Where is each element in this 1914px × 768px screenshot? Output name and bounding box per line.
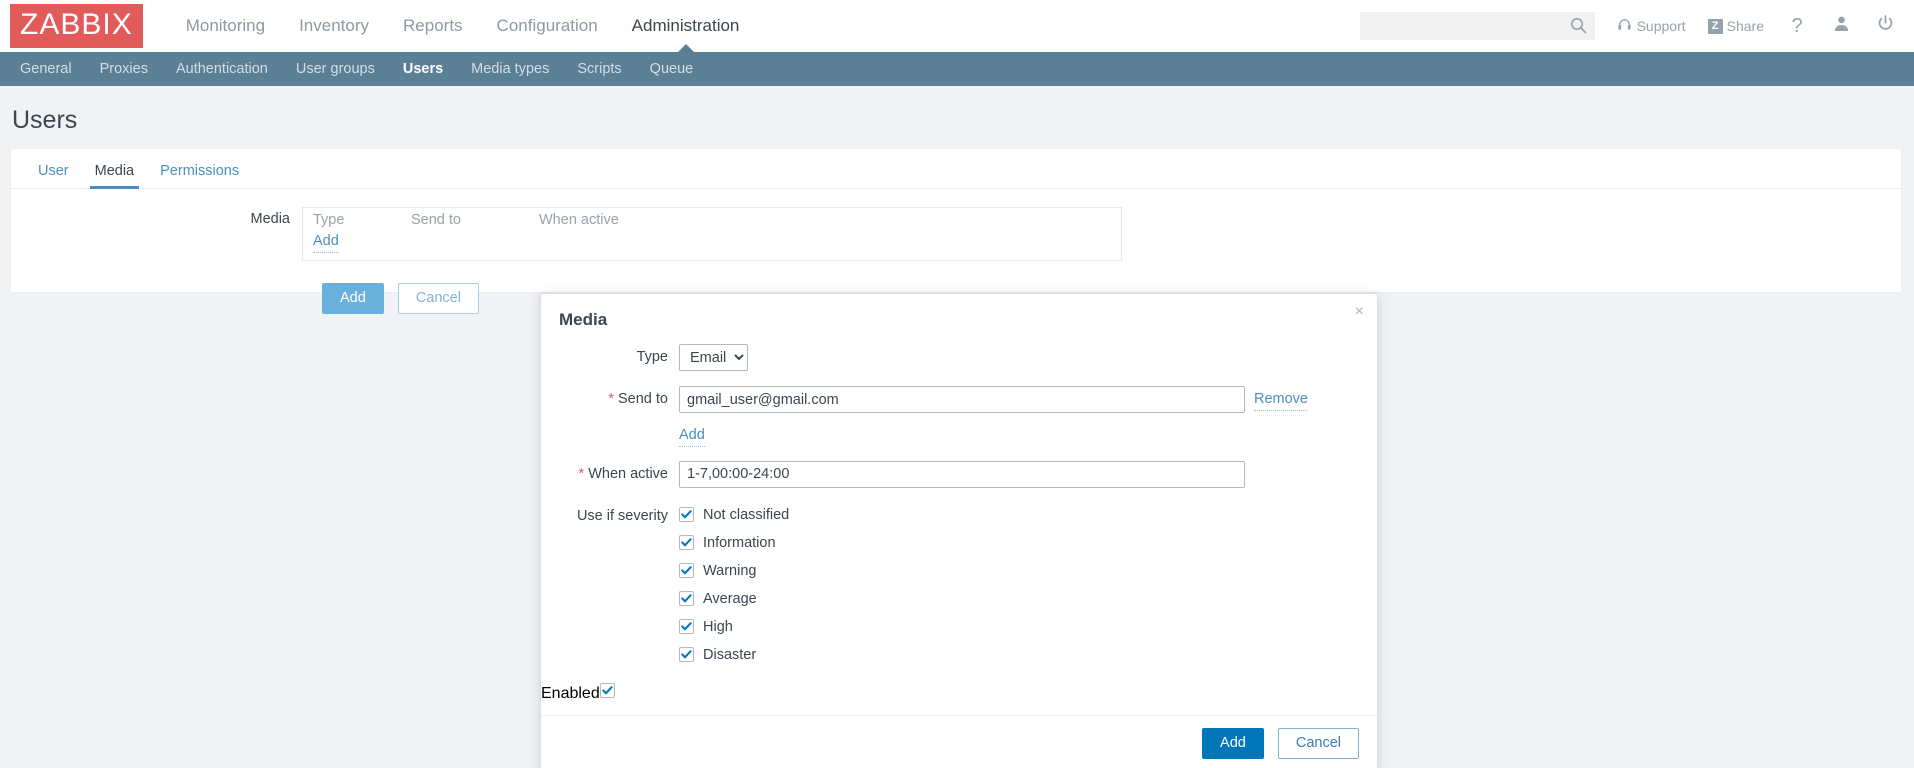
zabbix-logo[interactable]: ZABBIX (10, 4, 143, 48)
modal-add-button[interactable]: Add (1202, 727, 1264, 759)
page-title: Users (12, 106, 78, 134)
subnav-item-user-groups[interactable]: User groups (282, 52, 389, 86)
subnav-item-proxies[interactable]: Proxies (86, 52, 162, 86)
header-actions: Support Z Share ? (1359, 0, 1900, 52)
search-icon[interactable] (1570, 17, 1587, 34)
sub-navigation: General Proxies Authentication User grou… (0, 52, 1914, 86)
required-marker: * (608, 391, 614, 407)
severity-item-information[interactable]: Information (679, 535, 789, 551)
checkbox-disaster[interactable] (679, 647, 694, 663)
modal-title: Media (559, 310, 608, 329)
media-modal-dialog: Media × Type Email * Send to Remove (540, 293, 1378, 768)
tab-permissions[interactable]: Permissions (147, 163, 252, 188)
help-button[interactable]: ? (1786, 15, 1808, 37)
checkbox-warning[interactable] (679, 563, 694, 579)
media-field-row: Media Type Send to When active Add (11, 189, 1901, 261)
subnav-item-queue[interactable]: Queue (636, 52, 708, 86)
severity-checkbox-list: Not classified Information Warning Avera… (679, 503, 789, 663)
share-icon: Z (1707, 18, 1723, 34)
tab-user[interactable]: User (25, 163, 82, 188)
search-box[interactable] (1359, 12, 1595, 40)
support-link[interactable]: Support (1617, 17, 1686, 35)
modal-severity-row: Use if severity Not classified Informati… (541, 503, 1377, 663)
severity-label-disaster: Disaster (703, 646, 757, 663)
modal-whenactive-row: * When active (541, 460, 1377, 488)
modal-sendto-label: * Send to (608, 391, 668, 407)
nav-item-configuration[interactable]: Configuration (480, 0, 615, 52)
subnav-item-authentication[interactable]: Authentication (162, 52, 282, 86)
main-navigation: Monitoring Inventory Reports Configurati… (169, 0, 757, 52)
media-table-header: Type Send to When active (313, 212, 1111, 228)
modal-enabled-label: Enabled (541, 684, 600, 702)
close-icon[interactable]: × (1355, 304, 1364, 320)
nav-item-monitoring[interactable]: Monitoring (169, 0, 282, 52)
form-add-button[interactable]: Add (322, 282, 384, 314)
severity-label-high: High (703, 618, 733, 635)
search-input[interactable] (1359, 12, 1595, 40)
modal-sendto-row: * Send to Remove (541, 386, 1377, 413)
checkbox-enabled[interactable] (599, 682, 615, 698)
media-table: Type Send to When active Add (302, 207, 1122, 261)
modal-severity-label: Use if severity (576, 507, 668, 524)
user-profile-button[interactable] (1830, 15, 1852, 37)
modal-footer: Add Cancel (541, 714, 1377, 768)
nav-item-inventory[interactable]: Inventory (282, 0, 386, 52)
user-icon (1833, 15, 1850, 37)
modal-body: Type Email * Send to Remove Add * When a (541, 338, 1377, 715)
media-add-link[interactable]: Add (313, 232, 339, 253)
checkbox-high[interactable] (679, 619, 694, 635)
modal-header: Media × (541, 294, 1377, 338)
severity-item-warning[interactable]: Warning (679, 563, 789, 579)
media-col-when-active: When active (539, 212, 619, 228)
headset-icon (1617, 17, 1637, 35)
support-label: Support (1636, 18, 1686, 34)
modal-type-row: Type Email (541, 344, 1377, 371)
media-type-select[interactable]: Email (679, 344, 748, 371)
tab-media[interactable]: Media (82, 163, 148, 189)
severity-item-average[interactable]: Average (679, 591, 789, 607)
severity-item-not-classified[interactable]: Not classified (679, 507, 789, 523)
send-to-remove-link[interactable]: Remove (1254, 390, 1308, 411)
severity-label-information: Information (703, 534, 776, 551)
subnav-item-users[interactable]: Users (389, 52, 457, 86)
form-tabs: User Media Permissions (11, 149, 1901, 189)
share-link[interactable]: Z Share (1707, 18, 1764, 34)
severity-item-high[interactable]: High (679, 619, 789, 635)
modal-cancel-button[interactable]: Cancel (1277, 727, 1359, 759)
nav-item-administration[interactable]: Administration (615, 0, 757, 52)
checkbox-average[interactable] (679, 591, 694, 607)
top-header: ZABBIX Monitoring Inventory Reports Conf… (0, 0, 1914, 52)
send-to-input[interactable] (679, 386, 1245, 413)
nav-item-reports[interactable]: Reports (386, 0, 480, 52)
logout-button[interactable] (1874, 15, 1896, 37)
question-icon: ? (1791, 15, 1803, 37)
send-to-add-link[interactable]: Add (679, 426, 705, 447)
severity-item-disaster[interactable]: Disaster (679, 647, 789, 663)
media-col-type: Type (313, 212, 345, 228)
severity-label-not-classified: Not classified (703, 506, 790, 523)
when-active-input[interactable] (679, 460, 1245, 488)
power-icon (1877, 15, 1894, 37)
user-form-card: User Media Permissions Media Type Send t… (10, 149, 1902, 314)
media-field-label: Media (250, 211, 291, 227)
form-cancel-button[interactable]: Cancel (397, 282, 479, 314)
modal-enabled-row: Enabled (541, 682, 1377, 703)
checkbox-information[interactable] (679, 535, 694, 551)
subnav-item-scripts[interactable]: Scripts (563, 52, 635, 86)
page-body: Users User Media Permissions Media Type … (0, 86, 1914, 768)
subnav-item-general[interactable]: General (6, 52, 86, 86)
severity-label-warning: Warning (703, 562, 757, 579)
send-to-add-wrap: Add (541, 422, 1377, 447)
checkbox-not-classified[interactable] (679, 507, 694, 523)
severity-label-average: Average (703, 590, 757, 607)
media-col-send-to: Send to (411, 212, 461, 228)
modal-whenactive-label: * When active (578, 465, 668, 482)
required-marker: * (578, 465, 585, 482)
share-label: Share (1726, 18, 1764, 34)
subnav-item-media-types[interactable]: Media types (457, 52, 563, 86)
modal-type-label: Type (636, 349, 668, 365)
